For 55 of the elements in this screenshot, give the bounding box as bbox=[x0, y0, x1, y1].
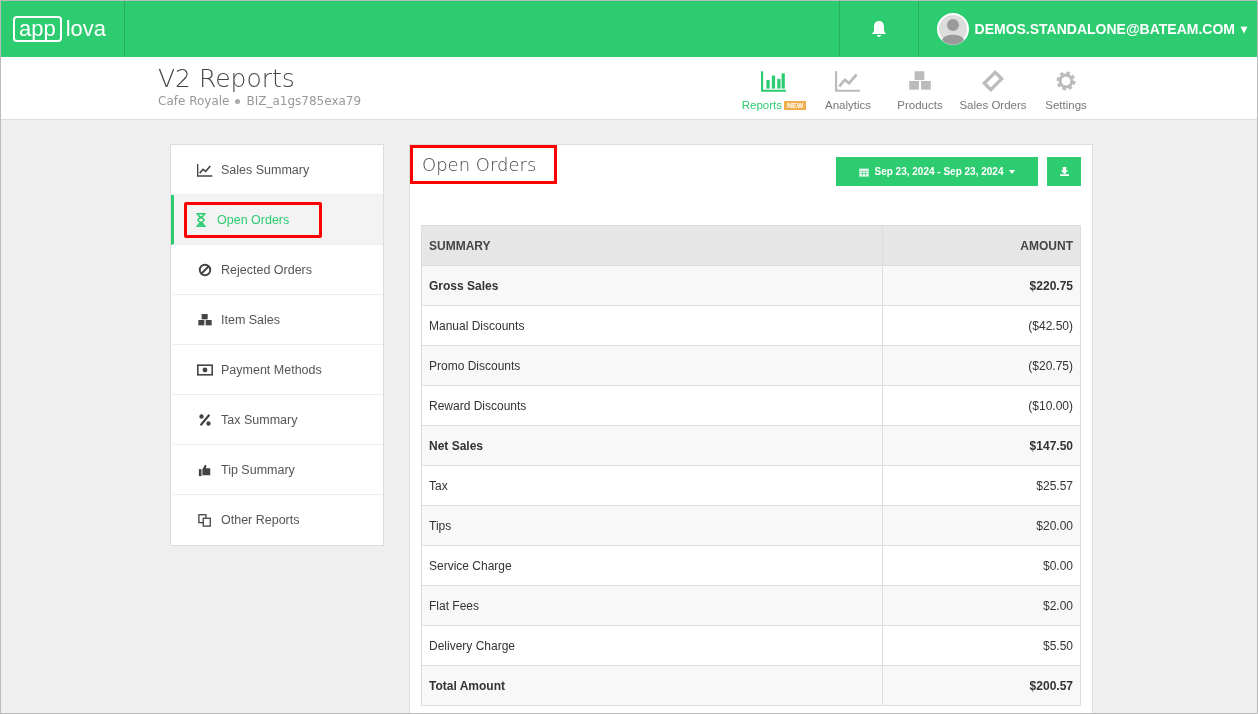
table-cell: $200.57 bbox=[882, 665, 1081, 706]
table-cell: Promo Discounts bbox=[421, 345, 883, 386]
table-cell: Delivery Charge bbox=[421, 625, 883, 666]
table-cell: ($10.00) bbox=[882, 385, 1081, 426]
page-title: V2 Reports bbox=[158, 64, 296, 94]
table-cell: $25.57 bbox=[882, 465, 1081, 506]
nav-item[interactable]: Analytics bbox=[813, 69, 883, 111]
table-cell: Total Amount bbox=[421, 665, 883, 706]
cubes-icon bbox=[197, 312, 213, 327]
table-cell: Gross Sales bbox=[421, 265, 883, 306]
table-cell: $2.00 bbox=[882, 585, 1081, 626]
sidebar-item[interactable]: Item Sales bbox=[171, 295, 383, 345]
ticket-icon bbox=[980, 69, 1006, 93]
calendar-icon bbox=[858, 166, 869, 177]
thumbs-up-icon bbox=[197, 462, 213, 477]
ban-icon bbox=[197, 262, 213, 277]
copy-icon bbox=[197, 513, 213, 527]
notification-bell-icon[interactable] bbox=[870, 20, 887, 38]
report-title: Open Orders bbox=[410, 145, 558, 184]
cubes-icon bbox=[907, 69, 933, 93]
sidebar-item[interactable]: Payment Methods bbox=[171, 345, 383, 395]
table-cell: $5.50 bbox=[882, 625, 1081, 666]
line-chart-icon bbox=[197, 162, 213, 177]
avatar-icon bbox=[936, 13, 969, 45]
business-id: BIZ_a1gs785exa79 bbox=[246, 94, 362, 108]
table-cell: Tax bbox=[421, 465, 883, 506]
line-chart-icon bbox=[835, 69, 861, 93]
hourglass-icon bbox=[193, 212, 209, 227]
table-cell: Flat Fees bbox=[421, 585, 883, 626]
table-cell: Service Charge bbox=[421, 545, 883, 586]
sidebar-item[interactable]: Tip Summary bbox=[171, 445, 383, 495]
bar-chart-icon bbox=[761, 69, 787, 93]
table-cell: Net Sales bbox=[421, 425, 883, 466]
sidebar-item[interactable]: Other Reports bbox=[171, 495, 383, 545]
table-cell: Tips bbox=[421, 505, 883, 546]
download-button[interactable] bbox=[1047, 157, 1081, 186]
column-header: SUMMARY bbox=[421, 225, 883, 266]
nav-item[interactable]: Settings bbox=[1031, 69, 1101, 111]
table-cell: $220.75 bbox=[882, 265, 1081, 306]
nav-item[interactable]: Sales Orders bbox=[957, 69, 1029, 111]
table-cell: $0.00 bbox=[882, 545, 1081, 586]
table-cell: Manual Discounts bbox=[421, 305, 883, 346]
table-cell: ($20.75) bbox=[882, 345, 1081, 386]
business-name: Cafe Royale bbox=[158, 94, 230, 108]
table-cell: Reward Discounts bbox=[421, 385, 883, 426]
nav-item[interactable]: Products bbox=[885, 69, 955, 111]
table-cell: $147.50 bbox=[882, 425, 1081, 466]
sidebar-item[interactable]: Tax Summary bbox=[171, 395, 383, 445]
column-header: AMOUNT bbox=[882, 225, 1081, 266]
download-icon bbox=[1059, 167, 1069, 176]
table-cell: $20.00 bbox=[882, 505, 1081, 546]
table-cell: ($42.50) bbox=[882, 305, 1081, 346]
sidebar-item[interactable]: Rejected Orders bbox=[171, 245, 383, 295]
banknote-icon bbox=[197, 362, 213, 377]
percent-icon bbox=[197, 412, 213, 427]
